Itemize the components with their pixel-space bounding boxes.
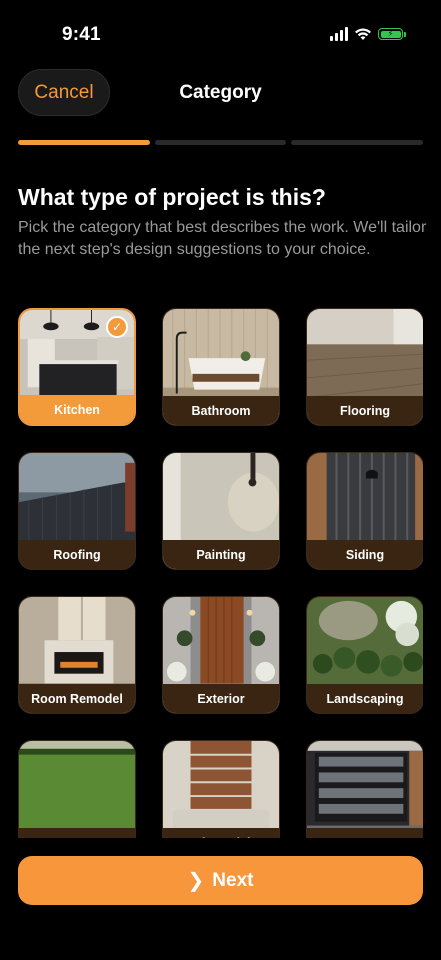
progress-step-3: [291, 140, 424, 145]
status-icons: ⚡: [330, 27, 406, 41]
garage-image: [307, 741, 423, 838]
category-label: Siding: [307, 540, 423, 569]
category-label: Lawn Care: [19, 828, 135, 838]
category-label: Exterior: [163, 684, 279, 713]
step-progress: [18, 140, 424, 145]
category-label: Outdoor Living: [163, 828, 279, 838]
category-card-garage[interactable]: Garage: [306, 740, 423, 838]
category-grid: ✓ Kitchen Bathroom Flooring Roofing Pain…: [18, 308, 423, 838]
page-title: What type of project is this?: [18, 184, 326, 210]
progress-step-1: [18, 140, 150, 145]
category-card-painting[interactable]: Painting: [162, 452, 280, 570]
category-card-landscaping[interactable]: Landscaping: [306, 596, 423, 714]
category-label: Flooring: [307, 396, 423, 425]
category-label: Garage: [307, 828, 423, 838]
page-description: Pick the category that best describes th…: [18, 219, 427, 258]
category-label: Painting: [163, 540, 279, 569]
category-label: Landscaping: [307, 684, 423, 713]
battery-charging-icon: ⚡: [378, 28, 406, 40]
status-bar: 9:41 ⚡: [0, 0, 441, 60]
category-card-siding[interactable]: Siding: [306, 452, 423, 570]
category-card-lawn-care[interactable]: Lawn Care: [18, 740, 136, 838]
lawn-care-image: [19, 741, 135, 838]
wifi-icon: [355, 28, 371, 40]
chevron-right-icon: ❯: [187, 870, 205, 892]
category-card-roofing[interactable]: Roofing: [18, 452, 136, 570]
progress-step-2: [154, 140, 287, 145]
category-card-outdoor-living[interactable]: Outdoor Living: [162, 740, 280, 838]
signal-icon: [330, 27, 348, 41]
nav-title: Category: [179, 82, 262, 103]
category-card-exterior[interactable]: Exterior: [162, 596, 280, 714]
category-card-room-remodel[interactable]: Room Remodel: [18, 596, 136, 714]
selected-check-icon: ✓: [106, 316, 128, 338]
next-button[interactable]: ❯ Next: [18, 856, 423, 905]
category-label: Bathroom: [163, 396, 279, 425]
category-card-kitchen[interactable]: ✓ Kitchen: [18, 308, 136, 426]
next-button-label: Next: [212, 869, 254, 891]
status-time: 9:41: [62, 24, 101, 45]
outdoor-living-image: [163, 741, 279, 838]
category-card-flooring[interactable]: Flooring: [306, 308, 423, 426]
category-card-bathroom[interactable]: Bathroom: [162, 308, 280, 426]
category-label: Room Remodel: [19, 684, 135, 713]
category-label: Roofing: [19, 540, 135, 569]
category-label: Kitchen: [20, 395, 134, 424]
